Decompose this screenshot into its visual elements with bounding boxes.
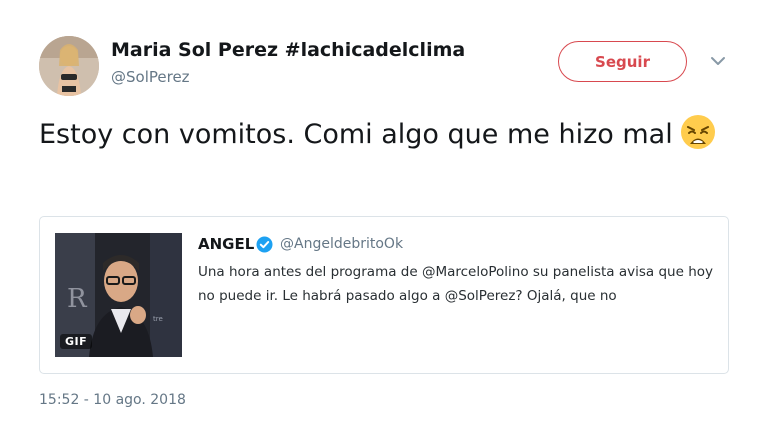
follow-button[interactable]: Seguir [558,41,687,82]
tweet-card: Maria Sol Perez #lachicadelclima @SolPer… [0,0,767,422]
quoted-author-handle[interactable]: @AngeldebritoOk [280,236,403,252]
svg-text:tre: tre [153,315,163,323]
weary-face-icon [679,113,717,151]
author-display-name[interactable]: Maria Sol Perez #lachicadelclima [111,39,465,61]
tweet-text: Estoy con vomitos. Comi algo que me hizo… [39,113,719,154]
author-handle[interactable]: @SolPerez [111,68,190,86]
tweet-body: Estoy con vomitos. Comi algo que me hizo… [39,119,673,150]
quoted-author-name[interactable]: ANGEL [198,235,254,253]
quoted-tweet[interactable]: R tre GIF ANGEL @AngeldebritoOk Una hora… [39,216,729,374]
quoted-tweet-text: Una hora antes del programa de @MarceloP… [198,264,714,304]
quoted-tweet-media[interactable]: R tre GIF [55,233,182,357]
verified-badge-icon [256,236,273,253]
gif-badge: GIF [60,334,93,349]
svg-text:R: R [67,284,88,314]
chevron-down-icon[interactable] [708,54,728,68]
tweet-timestamp[interactable]: 15:52 - 10 ago. 2018 [39,392,186,408]
author-avatar[interactable] [39,36,99,96]
avatar-photo [39,36,99,96]
